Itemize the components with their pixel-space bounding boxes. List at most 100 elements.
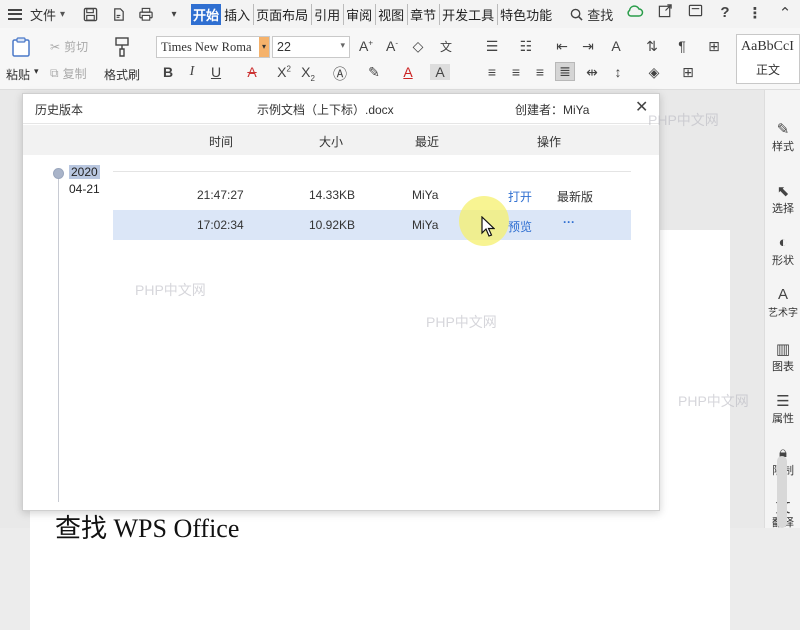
history-version-dialog: 历史版本 示例文档（上下标）.docx 创建者：MiYa ✕ 时间 大小 最近 … [22, 93, 660, 511]
align-right-icon[interactable]: ≡ [530, 64, 550, 80]
tab-view[interactable]: 视图 [375, 3, 406, 25]
tab-page-layout[interactable]: 页面布局 [253, 3, 310, 25]
help-icon[interactable]: ? [714, 4, 736, 21]
calendar-icon[interactable] [684, 3, 706, 22]
cut-button[interactable]: ✂ 剪切 [50, 38, 88, 55]
latest-version-label: 最新版 [557, 190, 594, 204]
font-name-value: Times New Roma [161, 40, 252, 54]
sidebar-item-shapes[interactable]: ◐ 形状 [765, 234, 800, 268]
tab-developer[interactable]: 开发工具 [439, 3, 496, 25]
numbered-list-icon[interactable]: ☷ [516, 38, 536, 55]
sidebar-item-wordart[interactable]: A 艺术字 [765, 286, 800, 319]
decrease-indent-icon[interactable]: ⇤ [552, 38, 572, 55]
version-row[interactable]: 21:47:27 14.33KB MiYa 打开 最新版 [113, 180, 631, 210]
more-actions-button[interactable]: ··· [563, 215, 575, 229]
file-menu[interactable]: 文件 [30, 5, 56, 24]
more-options-icon[interactable]: ⋮ [744, 4, 766, 22]
line-spacing-icon[interactable]: ↕ [608, 64, 628, 80]
increase-indent-icon[interactable]: ⇥ [578, 38, 598, 55]
collapse-ribbon-icon[interactable]: ⌃ [774, 4, 796, 22]
sidebar-scrollbar[interactable] [777, 456, 787, 528]
font-dropdown-icon[interactable]: ▾ [259, 37, 269, 57]
distributed-align-icon[interactable]: ⇹ [582, 64, 602, 81]
paste-icon[interactable] [10, 36, 30, 64]
copy-button[interactable]: ⧉ 复制 [50, 65, 87, 82]
save-icon[interactable] [79, 3, 101, 25]
watermark: PHP中文网 [648, 112, 719, 128]
font-name-select[interactable]: Times New Roma ▾ [156, 36, 270, 58]
underline-icon[interactable]: U [206, 64, 226, 80]
quick-access-dropdown-icon[interactable]: ▾ [163, 3, 185, 25]
sidebar-item-label: 形状 [772, 255, 794, 267]
font-size-select[interactable]: 22 ▾ [272, 36, 350, 58]
format-painter-button[interactable]: 格式刷 [104, 66, 140, 83]
sidebar-item-chart[interactable]: ▥ 图表 [765, 340, 800, 374]
sort-icon[interactable]: ⇅ [642, 38, 662, 55]
cloud-sync-icon[interactable] [624, 4, 646, 22]
brush-icon: ✎ [776, 121, 790, 138]
align-justify-icon[interactable]: ≣ [555, 62, 575, 81]
table-border-icon[interactable]: ⊞ [704, 38, 724, 55]
close-icon[interactable]: ✕ [635, 97, 648, 117]
paste-dropdown-icon[interactable]: ▾ [34, 66, 39, 77]
clear-format-icon[interactable]: ◇ [408, 38, 428, 55]
tab-review[interactable]: 审阅 [343, 3, 374, 25]
preview-link[interactable]: 预览 [508, 218, 532, 235]
text-effect-icon[interactable]: Ⓐ [330, 64, 350, 84]
col-actions: 操作 [537, 135, 562, 149]
watermark: PHP中文网 [426, 314, 497, 330]
strikethrough-icon[interactable]: A [242, 64, 262, 80]
tab-sections[interactable]: 章节 [407, 3, 438, 25]
phonetic-guide-icon[interactable]: 文 [436, 38, 456, 55]
timeline-line [58, 172, 59, 502]
font-size-dropdown-icon[interactable]: ▾ [340, 40, 345, 51]
print-icon[interactable] [135, 3, 157, 25]
format-painter-icon[interactable] [112, 36, 132, 61]
cut-label: 剪切 [64, 40, 89, 54]
share-icon[interactable] [654, 3, 676, 22]
char-shading-icon[interactable]: A [430, 64, 450, 80]
sidebar-item-styles[interactable]: ✎ 样式 [765, 120, 800, 154]
decrease-font-icon[interactable]: A- [382, 38, 402, 54]
align-left-icon[interactable]: ≡ [482, 64, 502, 80]
bullet-list-icon[interactable]: ☰ [482, 38, 502, 55]
paste-button[interactable]: 粘贴 [6, 66, 30, 83]
borders-icon[interactable]: ⊞ [678, 64, 698, 81]
font-size-value: 22 [277, 40, 291, 54]
timeline-date: 04-21 [69, 182, 100, 196]
text-direction-icon[interactable]: A [606, 38, 626, 54]
superscript-icon[interactable]: X2 [274, 64, 294, 80]
style-gallery[interactable]: AaBbCcI 正文 [736, 34, 800, 84]
watermark: PHP中文网 [678, 393, 749, 409]
tab-references[interactable]: 引用 [311, 3, 342, 25]
sidebar-item-properties[interactable]: ☰ 属性 [765, 392, 800, 426]
show-marks-icon[interactable]: ¶ [672, 38, 692, 54]
col-recent: 最近 [415, 135, 440, 149]
version-time: 17:02:34 [197, 218, 244, 232]
menu-icon[interactable] [8, 8, 22, 20]
tab-insert[interactable]: 插入 [222, 4, 252, 25]
menu-bar: 文件 ▾ ▾ 开始 插入 页面布局 引用 审阅 视图 章节 开发工具 特色功能 … [0, 0, 800, 28]
tab-special-features[interactable]: 特色功能 [497, 3, 554, 25]
increase-font-icon[interactable]: A+ [356, 38, 376, 54]
dialog-title: 历史版本 [35, 103, 84, 117]
sidebar-item-select[interactable]: ⬉ 选择 [765, 182, 800, 216]
search-box[interactable]: 查找 [570, 5, 613, 24]
sidebar-item-label: 样式 [772, 141, 794, 153]
shading-icon[interactable]: ◈ [644, 64, 664, 81]
italic-icon[interactable]: I [182, 64, 202, 80]
document-heading[interactable]: 查找 WPS Office [55, 508, 239, 545]
bold-icon[interactable]: B [158, 64, 178, 80]
align-center-icon[interactable]: ≡ [506, 64, 526, 80]
subscript-icon[interactable]: X2 [298, 64, 318, 83]
version-user: MiYa [412, 188, 439, 202]
export-pdf-icon[interactable] [107, 3, 129, 25]
chevron-down-icon[interactable]: ▾ [60, 9, 65, 20]
search-icon [570, 8, 583, 21]
version-table-header: 时间 大小 最近 操作 [23, 125, 659, 155]
font-color-icon[interactable]: A [398, 64, 418, 80]
version-row-selected[interactable]: 17:02:34 10.92KB MiYa 预览 ··· [113, 210, 631, 240]
open-link[interactable]: 打开 [508, 188, 532, 205]
tab-home[interactable]: 开始 [191, 3, 222, 25]
highlight-icon[interactable]: ✎ [364, 64, 384, 81]
